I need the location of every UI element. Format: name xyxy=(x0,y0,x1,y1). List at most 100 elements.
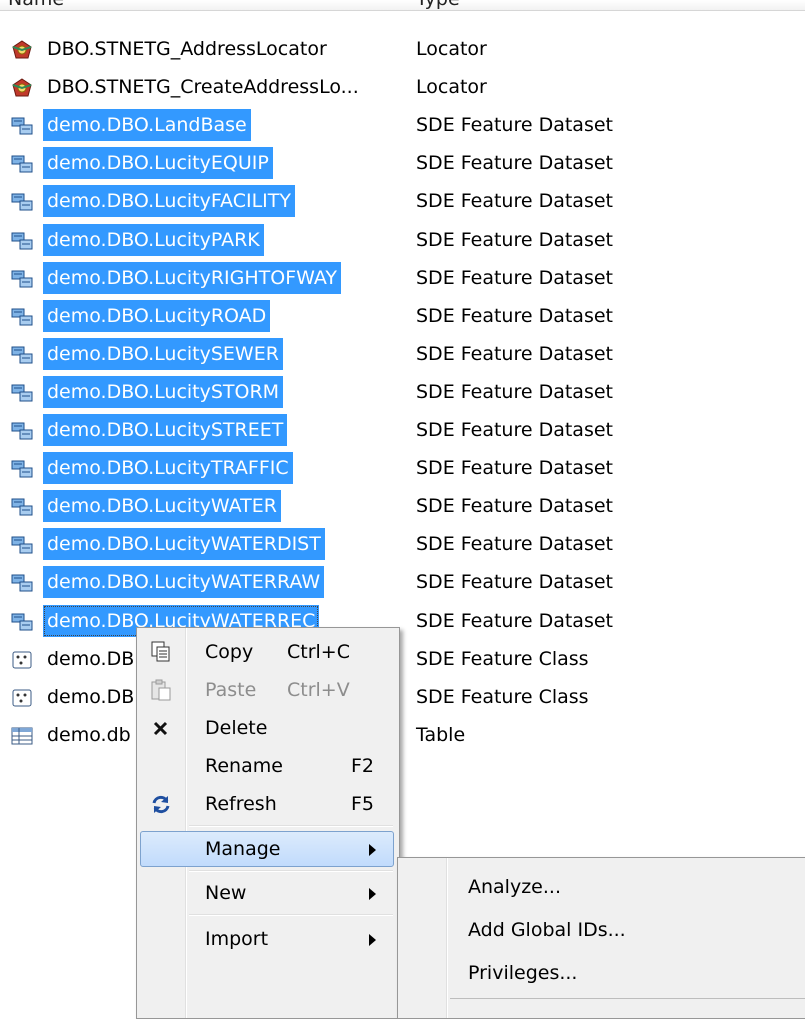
list-item[interactable]: demo.DB SDE Feature Class xyxy=(0,678,805,716)
list-item[interactable]: demo.DBO.LucitySEWER SDE Feature Dataset xyxy=(0,335,805,373)
menu-item-copy[interactable]: Copy Ctrl+C xyxy=(137,633,399,671)
menu-separator xyxy=(450,998,805,999)
column-header[interactable]: Name Type xyxy=(0,0,805,11)
item-type: SDE Feature Dataset xyxy=(416,457,613,480)
list-item[interactable]: DBO.STNETG_AddressLocator Locator xyxy=(0,30,805,68)
refresh-icon xyxy=(149,793,173,815)
list-item[interactable]: demo.DBO.LucityRIGHTOFWAY SDE Feature Dat… xyxy=(0,259,805,297)
item-name: demo.db xyxy=(47,723,131,746)
item-type: SDE Feature Dataset xyxy=(416,266,613,289)
list-item[interactable]: demo.DBO.LucityPARK SDE Feature Dataset xyxy=(0,221,805,259)
menu-separator xyxy=(189,825,393,827)
type-column-header[interactable]: Type xyxy=(416,0,460,10)
feature-dataset-icon xyxy=(11,421,33,441)
item-type: SDE Feature Class xyxy=(416,647,589,670)
item-name: demo.DBO.LucityWATERRAW xyxy=(43,566,325,599)
point-feature-class-icon xyxy=(11,650,33,670)
item-type: SDE Feature Dataset xyxy=(416,114,613,137)
list-item[interactable]: demo.DBO.LucityFACILITY SDE Feature Datas… xyxy=(0,182,805,220)
item-type: SDE Feature Dataset xyxy=(416,571,613,594)
menu-item-paste[interactable]: Paste Ctrl+V xyxy=(137,671,399,709)
item-type: Table xyxy=(416,723,466,746)
list-item[interactable]: demo.DBO.LucityWATERDIST SDE Feature Data… xyxy=(0,525,805,563)
item-name: demo.DBO.LucityEQUIP xyxy=(43,147,273,180)
item-type: SDE Feature Dataset xyxy=(416,533,613,556)
submenu-arrow-icon xyxy=(369,888,376,900)
list-item[interactable]: demo.DBO.LandBase SDE Feature Dataset xyxy=(0,106,805,144)
list-item[interactable]: demo.DBO.LucityEQUIP SDE Feature Dataset xyxy=(0,144,805,182)
table-icon xyxy=(11,726,33,746)
feature-dataset-icon xyxy=(11,459,33,479)
feature-dataset-icon xyxy=(11,116,33,136)
locator-icon xyxy=(11,40,33,60)
feature-dataset-icon xyxy=(11,269,33,289)
item-type: SDE Feature Dataset xyxy=(416,304,613,327)
menu-separator xyxy=(189,914,393,916)
list-item[interactable]: demo.db Table xyxy=(0,716,805,754)
submenu-item-add-global-ids[interactable]: Add Global IDs... xyxy=(398,911,805,949)
locator-icon xyxy=(11,78,33,98)
item-name: demo.DBO.LandBase xyxy=(43,109,251,142)
item-name: demo.DBO.LucityFACILITY xyxy=(43,185,295,218)
item-name: demo.DBO.LucityTRAFFIC xyxy=(43,452,293,485)
list-item[interactable]: demo.DBO.LucityWATERRAW SDE Feature Datas… xyxy=(0,563,805,601)
item-name: demo.DBO.LucitySTORM xyxy=(43,375,284,408)
item-name: DBO.STNETG_AddressLocator xyxy=(47,38,327,60)
list-item[interactable]: demo.DBO.LucityTRAFFIC SDE Feature Datase… xyxy=(0,449,805,487)
list-item[interactable]: demo.DBO.LucityWATERREC SDE Feature Datas… xyxy=(0,602,805,640)
feature-dataset-icon xyxy=(11,383,33,403)
list-item[interactable]: demo.DBO.LucityWATER SDE Feature Dataset xyxy=(0,487,805,525)
item-type: SDE Feature Dataset xyxy=(416,342,613,365)
item-name: DBO.STNETG_CreateAddressLo... xyxy=(47,76,359,99)
menu-item-import[interactable]: Import xyxy=(137,920,399,958)
copy-icon xyxy=(149,641,173,663)
feature-dataset-icon xyxy=(11,307,33,327)
item-type: SDE Feature Dataset xyxy=(416,609,613,632)
point-feature-class-icon xyxy=(11,688,33,708)
list-item[interactable]: DBO.STNETG_CreateAddressLo... Locator xyxy=(0,68,805,106)
menu-item-new[interactable]: New xyxy=(137,874,399,912)
submenu-arrow-icon xyxy=(369,934,376,946)
menu-item-delete[interactable]: Delete xyxy=(137,709,399,747)
submenu-item-privileges[interactable]: Privileges... xyxy=(398,954,805,992)
item-name: demo.DBO.LucitySTREET xyxy=(43,414,288,446)
list-item[interactable]: demo.DB SDE Feature Class xyxy=(0,640,805,678)
submenu-arrow-icon xyxy=(369,844,376,856)
item-type: SDE Feature Class xyxy=(416,685,589,708)
feature-dataset-icon xyxy=(11,192,33,212)
item-type: SDE Feature Dataset xyxy=(416,380,613,403)
item-name: demo.DBO.LucityROAD xyxy=(43,299,271,332)
feature-dataset-icon xyxy=(11,345,33,365)
item-name: demo.DBO.LucityPARK xyxy=(43,223,264,256)
menu-separator xyxy=(189,870,393,872)
name-column-header[interactable]: Name xyxy=(8,0,64,10)
item-type: SDE Feature Dataset xyxy=(416,228,613,251)
item-name: demo.DBO.LucityWATERDIST xyxy=(43,528,325,561)
item-type: SDE Feature Dataset xyxy=(416,152,613,175)
list-item[interactable]: demo.DBO.LucitySTORM SDE Feature Dataset xyxy=(0,373,805,411)
submenu-item-analyze[interactable]: Analyze... xyxy=(398,868,805,906)
feature-dataset-icon xyxy=(11,573,33,593)
item-type: SDE Feature Dataset xyxy=(416,419,613,441)
context-menu: Copy Ctrl+C Paste Ctrl+V Delete Rename F… xyxy=(136,627,400,1019)
item-type: SDE Feature Dataset xyxy=(416,495,613,518)
manage-submenu: Analyze... Add Global IDs... Privileges.… xyxy=(397,857,805,1019)
item-name: demo.DBO.LucityWATER xyxy=(43,490,281,523)
menu-item-rename[interactable]: Rename F2 xyxy=(137,747,399,785)
list-item[interactable]: demo.DBO.LucityROAD SDE Feature Dataset xyxy=(0,297,805,335)
delete-icon xyxy=(149,717,173,739)
item-name: demo.DBO.LucityRIGHTOFWAY xyxy=(43,261,342,294)
item-name: demo.DBO.LucitySEWER xyxy=(43,337,283,370)
menu-item-refresh[interactable]: Refresh F5 xyxy=(137,785,399,823)
item-type: Locator xyxy=(416,38,487,60)
item-type: Locator xyxy=(416,76,487,99)
item-name: demo.DB xyxy=(47,685,135,708)
feature-dataset-icon xyxy=(11,154,33,174)
feature-dataset-icon xyxy=(11,535,33,555)
paste-icon xyxy=(149,679,173,701)
list-item[interactable]: demo.DBO.LucitySTREET SDE Feature Dataset xyxy=(0,411,805,449)
menu-item-manage[interactable]: Manage xyxy=(137,830,399,868)
feature-dataset-icon xyxy=(11,231,33,251)
item-type: SDE Feature Dataset xyxy=(416,190,613,213)
feature-dataset-icon xyxy=(11,612,33,632)
